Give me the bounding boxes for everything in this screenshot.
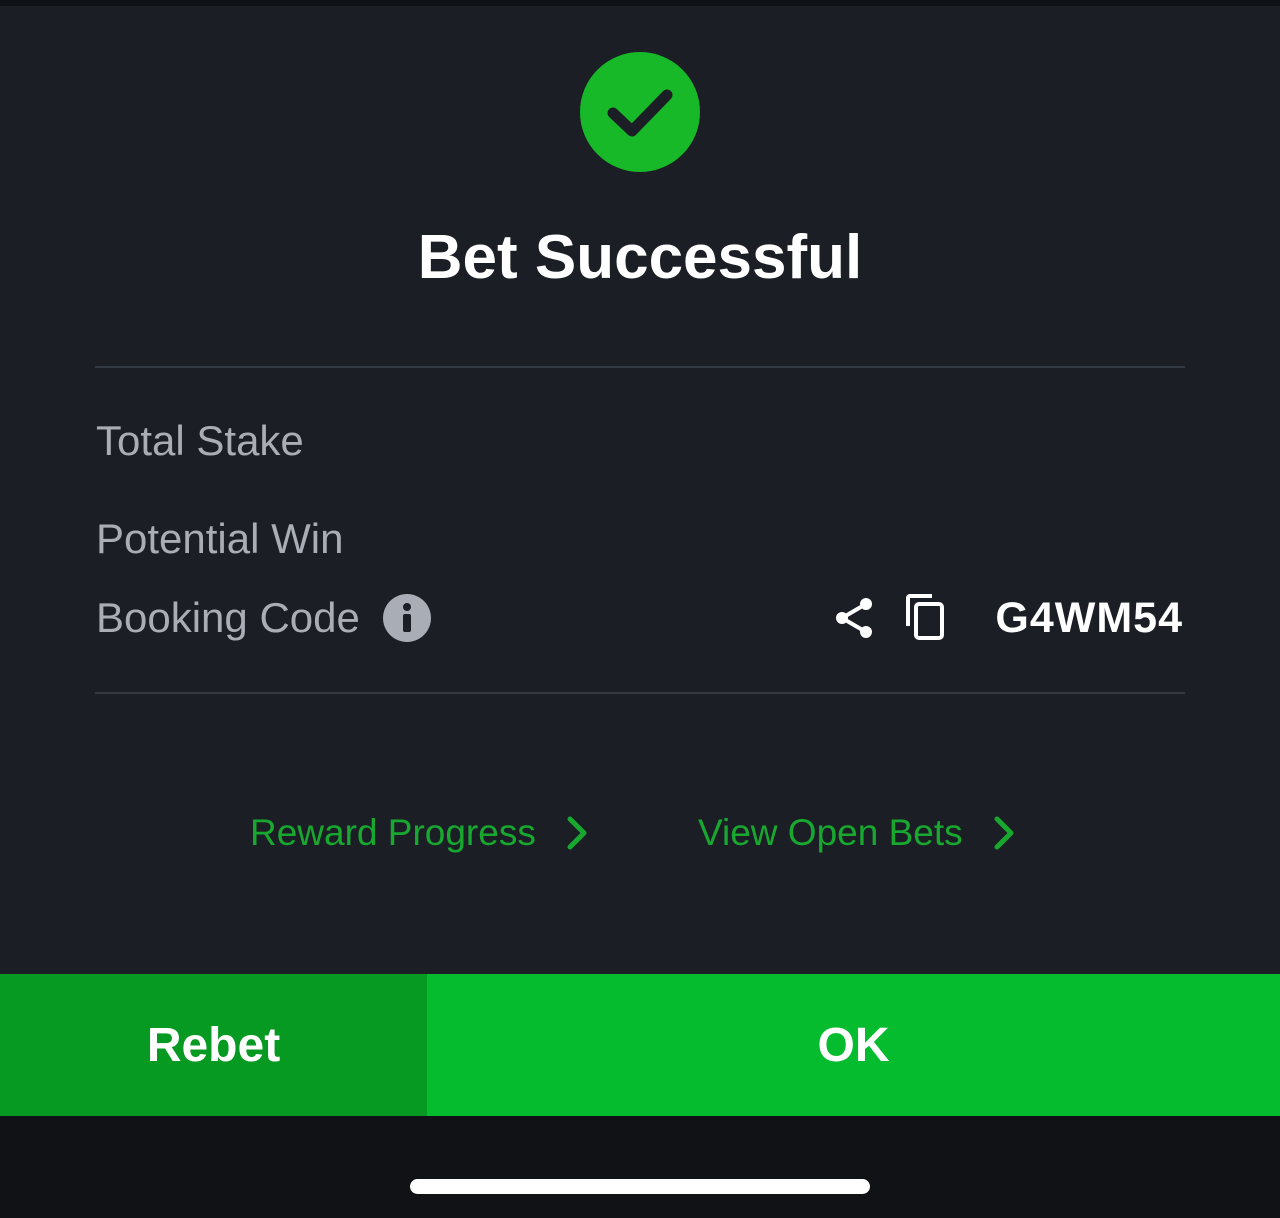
ok-button[interactable]: OK — [427, 974, 1280, 1116]
chevron-right-icon — [989, 813, 1019, 853]
home-indicator[interactable] — [410, 1179, 870, 1194]
reward-progress-link[interactable]: Reward Progress — [250, 808, 592, 858]
total-stake-label: Total Stake — [96, 417, 304, 464]
view-open-bets-label: View Open Bets — [698, 812, 963, 853]
top-edge — [0, 0, 1280, 6]
reward-progress-label: Reward Progress — [250, 812, 536, 853]
copy-icon[interactable] — [902, 592, 950, 644]
checkmark-icon — [580, 52, 700, 172]
rebet-button[interactable]: Rebet — [0, 974, 427, 1116]
divider — [95, 366, 1185, 368]
page-title: Bet Successful — [417, 223, 863, 292]
info-icon[interactable] — [383, 594, 431, 642]
share-icon[interactable] — [830, 594, 878, 642]
view-open-bets-link[interactable]: View Open Bets — [698, 808, 1019, 858]
chevron-right-icon — [562, 813, 592, 853]
booking-code-value[interactable]: G4WM54 — [995, 593, 1183, 643]
potential-win-label: Potential Win — [96, 515, 344, 562]
divider — [95, 692, 1185, 694]
bottom-bar — [0, 1116, 1280, 1218]
booking-code-label: Booking Code — [96, 594, 360, 641]
